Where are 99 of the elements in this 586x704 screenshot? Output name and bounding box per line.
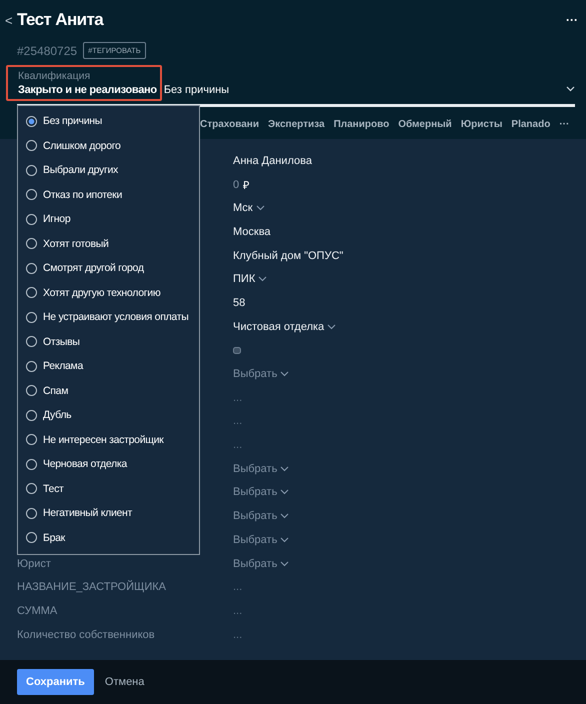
option-label: Черновая отделка bbox=[43, 458, 127, 470]
option-label: Игнор bbox=[43, 213, 70, 226]
option-label: Без причины bbox=[43, 115, 102, 128]
field-label: Квалификация bbox=[18, 70, 92, 82]
reason-text: Без причины bbox=[164, 84, 230, 96]
chevron-down-icon bbox=[566, 86, 575, 92]
radio-button[interactable] bbox=[26, 410, 37, 421]
reason-option[interactable]: Черновая отделка bbox=[18, 452, 199, 476]
tab[interactable]: Обмерный bbox=[398, 119, 452, 130]
option-label: Реклама bbox=[43, 360, 84, 372]
reason-option[interactable]: Слишком дорого bbox=[18, 134, 199, 158]
field-label: СУММА bbox=[17, 604, 58, 617]
radio-button[interactable] bbox=[26, 385, 37, 396]
option-label: Отказ по ипотеки bbox=[43, 188, 122, 201]
radio-button[interactable] bbox=[26, 458, 37, 470]
chevron-down-icon bbox=[280, 513, 290, 520]
reason-option[interactable]: Дубль bbox=[18, 403, 199, 428]
option-label: Смотрят другой город bbox=[43, 262, 144, 274]
option-label: Хотят другую технологию bbox=[43, 286, 160, 299]
chevron-down-icon bbox=[256, 205, 265, 212]
radio-button[interactable] bbox=[26, 434, 37, 446]
field-value: Анна Данилова bbox=[233, 154, 312, 167]
cancel-button[interactable]: Отмена bbox=[104, 676, 144, 688]
radio-button[interactable] bbox=[26, 262, 37, 274]
select-field[interactable]: Мск bbox=[233, 202, 265, 214]
chevron-down-icon bbox=[258, 276, 268, 282]
chevron-down-icon bbox=[280, 560, 290, 567]
select-field[interactable]: Выбрать bbox=[233, 462, 290, 475]
status-text: Закрыто и не реализовано bbox=[18, 84, 157, 96]
reason-option[interactable]: Хотят другую технологию bbox=[18, 280, 199, 305]
radio-button[interactable] bbox=[26, 532, 37, 544]
currency-sign: ₽ bbox=[243, 179, 250, 192]
field-label: Юрист bbox=[17, 558, 51, 570]
tab[interactable]: Планирово bbox=[334, 119, 390, 130]
reason-option[interactable]: Без причины bbox=[18, 109, 199, 134]
reason-option[interactable]: Отказ по ипотеки bbox=[18, 182, 199, 207]
reason-option[interactable]: Хотят готовый bbox=[18, 232, 199, 256]
option-label: Слишком дорого bbox=[43, 140, 121, 152]
chevron-down-icon bbox=[327, 324, 336, 330]
select-field[interactable]: Выбрать bbox=[233, 510, 290, 522]
radio-button[interactable] bbox=[26, 164, 37, 176]
select-field[interactable]: Выбрать bbox=[233, 486, 290, 498]
radio-button[interactable] bbox=[26, 189, 37, 200]
reason-option[interactable]: Выбрали других bbox=[18, 158, 199, 182]
radio-button[interactable] bbox=[26, 312, 37, 323]
select-field[interactable]: Выбрать bbox=[233, 534, 290, 546]
field-label: НАЗВАНИЕ_ЗАСТРОЙЩИКА bbox=[17, 581, 166, 594]
radio-button[interactable] bbox=[26, 140, 37, 152]
reason-option[interactable]: Не устраивают условия оплаты bbox=[18, 305, 199, 330]
option-label: Не интересен застройщик bbox=[43, 434, 164, 446]
chevron-down-icon bbox=[280, 536, 290, 543]
option-label: Хотят готовый bbox=[43, 238, 109, 250]
chevron-down-icon bbox=[280, 371, 290, 378]
tab[interactable]: Экспертиза bbox=[268, 119, 325, 130]
option-label: Дубль bbox=[43, 409, 72, 422]
lead-title: Тест Анита bbox=[17, 10, 105, 30]
radio-button[interactable] bbox=[26, 336, 37, 348]
radio-button[interactable] bbox=[26, 287, 37, 298]
select-field[interactable]: Чистовая отделка bbox=[233, 320, 336, 333]
chevron-down-icon bbox=[280, 466, 290, 472]
radio-button[interactable] bbox=[26, 116, 37, 127]
reason-option[interactable]: Игнор bbox=[18, 207, 199, 232]
back-button[interactable]: < bbox=[5, 12, 17, 28]
reason-option[interactable]: Отзывы bbox=[18, 330, 199, 354]
radio-button[interactable] bbox=[26, 238, 37, 250]
field-value: Клубный дом "ОПУС" bbox=[233, 250, 344, 262]
select-field[interactable]: Выбрать bbox=[233, 368, 290, 380]
reason-option[interactable]: Брак bbox=[18, 526, 199, 550]
radio-button[interactable] bbox=[26, 508, 37, 519]
option-label: Отзывы bbox=[43, 336, 80, 348]
reason-option[interactable]: Спам bbox=[18, 378, 199, 403]
small-square-icon bbox=[233, 346, 241, 354]
reason-option[interactable]: Не интересен застройщик bbox=[18, 428, 199, 452]
option-label: Брак bbox=[43, 532, 65, 544]
option-label: Тест bbox=[43, 482, 64, 495]
amount-value: 0 bbox=[233, 178, 240, 191]
lead-id: #25480725 bbox=[17, 44, 78, 58]
reason-option[interactable]: Тест bbox=[18, 476, 199, 501]
radio-button[interactable] bbox=[26, 483, 37, 494]
tab[interactable]: Страховани bbox=[200, 119, 259, 130]
tab[interactable]: Planado bbox=[511, 119, 550, 130]
more-button[interactable]: ··· bbox=[566, 13, 578, 27]
option-label: Негативный клиент bbox=[43, 507, 132, 520]
field-value: 58 bbox=[233, 296, 246, 309]
radio-button[interactable] bbox=[26, 360, 37, 372]
option-label: Не устраивают условия оплаты bbox=[43, 311, 188, 324]
more-tabs-button[interactable]: ··· bbox=[559, 119, 570, 130]
radio-button[interactable] bbox=[26, 214, 37, 225]
select-field[interactable]: Выбрать bbox=[233, 558, 290, 570]
chevron-down-icon bbox=[280, 489, 290, 496]
option-label: Выбрали других bbox=[43, 164, 118, 176]
option-label: Спам bbox=[43, 384, 68, 397]
reason-option[interactable]: Негативный клиент bbox=[18, 501, 199, 526]
field-value: Москва bbox=[233, 226, 271, 238]
select-field[interactable]: ПИК bbox=[233, 273, 268, 286]
reason-option[interactable]: Смотрят другой город bbox=[18, 256, 199, 280]
reason-option[interactable]: Реклама bbox=[18, 354, 199, 378]
field-label: Количество собственников bbox=[17, 628, 155, 641]
tab[interactable]: Юристы bbox=[460, 119, 502, 130]
